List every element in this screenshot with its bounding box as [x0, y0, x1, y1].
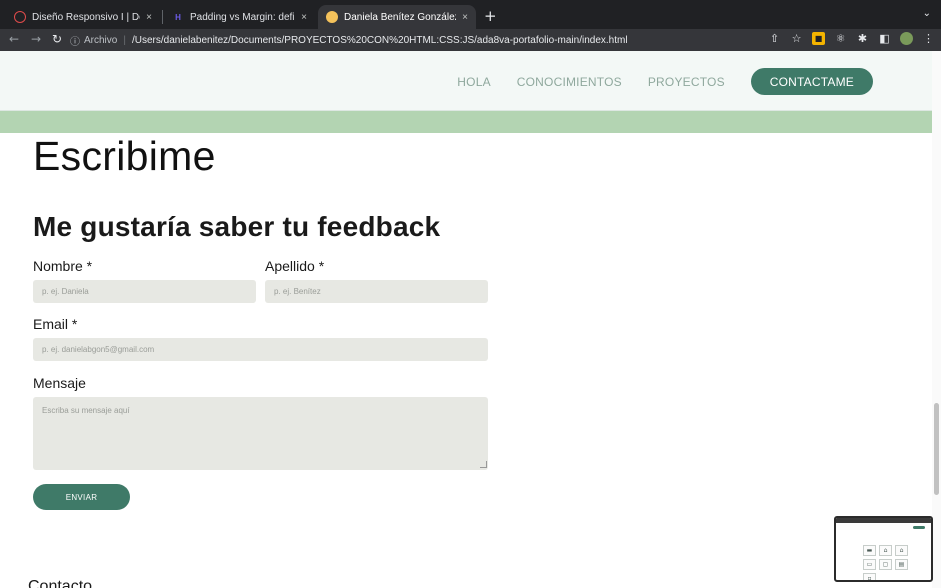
email-input[interactable]: [33, 338, 488, 361]
sidepanel-icon[interactable]: ◧: [878, 32, 891, 45]
info-icon[interactable]: ⓘ: [70, 33, 80, 48]
circle-icon: [14, 11, 26, 23]
thumbnail-cell: ⌂: [895, 545, 908, 556]
tab-daniela-benitez[interactable]: Daniela Benítez González ×: [318, 5, 476, 29]
tab-title: Diseño Responsivo I | Desarrollo: [32, 11, 140, 23]
form-title: Me gustaría saber tu feedback: [33, 211, 441, 242]
close-icon[interactable]: ×: [462, 12, 468, 23]
new-tab-button[interactable]: +: [484, 7, 497, 25]
section-divider-band: [0, 111, 932, 133]
thumbnail-cell: ▤: [895, 559, 908, 570]
address-bar: ← → ↻ ⓘ Archivo | /Users/danielabenitez/…: [0, 29, 941, 51]
toolbar-icons: ⇧ ☆ ■ ⚛ ✱ ◧ ⋮: [768, 32, 935, 45]
reload-icon[interactable]: ↻: [52, 32, 62, 46]
h-logo-icon: H: [175, 12, 181, 22]
forward-arrow-icon[interactable]: →: [31, 32, 41, 46]
nav-link-conocimientos[interactable]: CONOCIMIENTOS: [517, 75, 622, 89]
thumbnail-bar: [836, 518, 931, 523]
nav-contact-button[interactable]: CONTACTAME: [750, 68, 873, 95]
message-label: Mensaje: [33, 375, 86, 391]
message-textarea[interactable]: [33, 397, 488, 470]
thumbnail-cell: ⌂: [879, 545, 892, 556]
thumbnail-cell: ▢: [879, 559, 892, 570]
tab-diseno-responsivo[interactable]: Diseño Responsivo I | Desarrollo ×: [6, 5, 160, 29]
page-title: Escribime: [33, 133, 216, 179]
email-label: Email *: [33, 316, 78, 332]
thumbnail-cell: ▭: [863, 559, 876, 570]
bookmark-star-icon[interactable]: ☆: [790, 32, 803, 45]
last-name-input[interactable]: [265, 280, 488, 303]
last-name-label: Apellido *: [265, 258, 325, 274]
url-text: /Users/danielabenitez/Documents/PROYECTO…: [131, 34, 628, 46]
react-devtools-icon[interactable]: ⚛: [834, 32, 847, 45]
tab-divider: [162, 10, 163, 24]
kebab-menu-icon[interactable]: ⋮: [922, 32, 935, 45]
first-name-input[interactable]: [33, 280, 256, 303]
url-field[interactable]: ⓘ Archivo | /Users/danielabenitez/Docume…: [70, 31, 760, 49]
tab-strip: Diseño Responsivo I | Desarrollo × H Pad…: [0, 0, 941, 29]
tab-padding-vs-margin[interactable]: H Padding vs Margin: definición, ×: [164, 5, 315, 29]
page-viewport: HOLA CONOCIMIENTOS PROYECTOS CONTACTAME …: [0, 51, 941, 588]
thumbnail-cell: ▬: [863, 545, 876, 556]
share-icon[interactable]: ⇧: [768, 32, 781, 45]
nav-link-proyectos[interactable]: PROYECTOS: [648, 75, 725, 89]
send-button[interactable]: ENVIAR: [33, 484, 130, 510]
site-header: HOLA CONOCIMIENTOS PROYECTOS CONTACTAME: [0, 51, 932, 111]
thumbnail-cell: ▫: [863, 573, 876, 580]
main-nav: HOLA CONOCIMIENTOS PROYECTOS CONTACTAME: [457, 68, 873, 95]
textarea-resize-handle[interactable]: [480, 461, 487, 468]
profile-avatar-icon[interactable]: [900, 32, 913, 45]
avatar-icon: [326, 11, 338, 23]
tab-title: Padding vs Margin: definición,: [190, 11, 295, 23]
back-arrow-icon[interactable]: ←: [9, 32, 19, 46]
close-icon[interactable]: ×: [301, 12, 307, 23]
close-icon[interactable]: ×: [146, 12, 152, 23]
scrollbar-thumb[interactable]: [934, 403, 939, 495]
footer-heading: Contacto: [28, 578, 93, 588]
url-scheme-label: Archivo: [84, 34, 118, 46]
tab-search-chevron-icon[interactable]: ⌄: [923, 8, 931, 19]
first-name-label: Nombre *: [33, 258, 93, 274]
thumbnail-grid: ▬ ⌂ ⌂ ▭ ▢ ▤ ▫: [863, 545, 908, 580]
tab-title: Daniela Benítez González: [344, 11, 457, 23]
extension-yellow-icon[interactable]: ■: [812, 32, 825, 45]
nav-link-hola[interactable]: HOLA: [457, 75, 490, 89]
url-separator: |: [123, 34, 126, 46]
thumbnail-button: [913, 526, 925, 529]
screenshot-thumbnail[interactable]: ▬ ⌂ ⌂ ▭ ▢ ▤ ▫: [834, 516, 933, 582]
puzzle-extensions-icon[interactable]: ✱: [856, 32, 869, 45]
scrollbar-track[interactable]: [932, 51, 941, 588]
